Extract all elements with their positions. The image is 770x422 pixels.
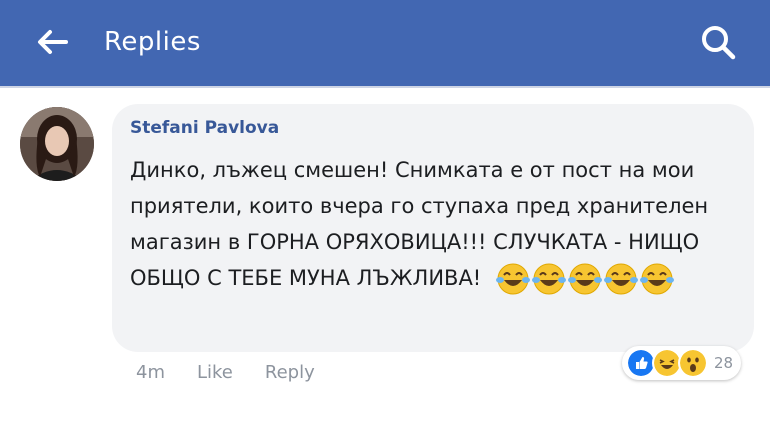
comment-timestamp: 4m xyxy=(136,362,165,383)
laughing-tears-icon xyxy=(567,263,602,295)
laughing-tears-icon xyxy=(531,263,566,295)
search-icon xyxy=(702,26,736,60)
comment-author[interactable]: Stefani Pavlova xyxy=(130,118,279,138)
header-divider xyxy=(0,86,770,88)
avatar[interactable] xyxy=(20,107,94,181)
back-button[interactable] xyxy=(30,22,74,62)
comment-text-block: Динко, лъжец смешен! Снимката е от пост … xyxy=(130,152,740,296)
laughing-tears-icon xyxy=(495,263,530,295)
emoji-row xyxy=(495,262,674,296)
wow-reaction-icon xyxy=(678,348,708,378)
laughing-tears-icon xyxy=(603,263,638,295)
profile-photo xyxy=(20,107,94,181)
page-title: Replies xyxy=(104,27,201,57)
reply-button[interactable]: Reply xyxy=(265,362,315,383)
back-arrow-icon xyxy=(38,30,68,54)
comment-bubble: Stefani Pavlova Динко, лъжец смешен! Сни… xyxy=(112,104,754,352)
comment-actions: 4m Like Reply xyxy=(136,362,315,383)
search-button[interactable] xyxy=(694,20,742,64)
like-button[interactable]: Like xyxy=(197,362,233,383)
top-bar: Replies xyxy=(0,0,770,86)
laughing-tears-icon xyxy=(639,263,674,295)
reactions-summary[interactable]: 28 xyxy=(622,346,742,380)
reaction-count: 28 xyxy=(714,354,734,372)
